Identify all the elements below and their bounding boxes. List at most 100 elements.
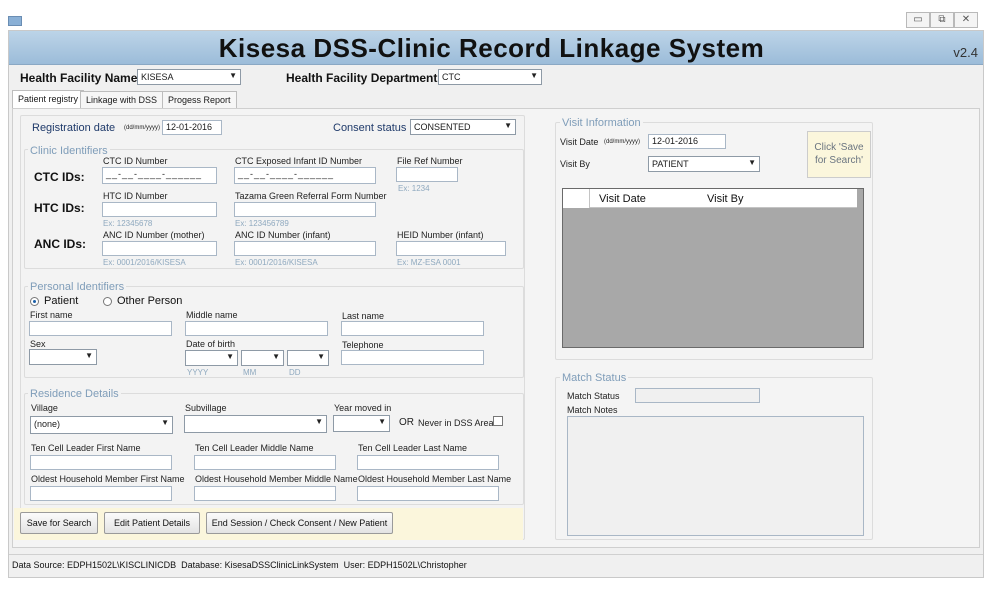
ohm-first-input[interactable] xyxy=(30,486,172,501)
anc-mother-hint: Ex: 0001/2016/KISESA xyxy=(103,258,186,267)
registration-date-format: (dd/mm/yyyy) xyxy=(124,125,160,131)
file-ref-input[interactable] xyxy=(396,167,458,182)
app-icon xyxy=(8,16,22,26)
consent-status-select[interactable]: CONSENTED ▼ xyxy=(410,119,516,135)
first-name-label: First name xyxy=(30,310,73,320)
visit-by-select[interactable]: PATIENT ▼ xyxy=(648,156,760,172)
chevron-down-icon: ▼ xyxy=(748,158,756,167)
ohm-middle-label: Oldest Household Member Middle Name xyxy=(195,474,358,484)
chevron-down-icon: ▼ xyxy=(272,352,280,361)
radio-patient[interactable] xyxy=(30,297,39,306)
facility-name-select[interactable]: KISESA ▼ xyxy=(137,69,241,85)
chevron-down-icon: ▼ xyxy=(315,417,323,426)
department-value: CTC xyxy=(442,72,461,82)
visit-date-input[interactable]: 12-01-2016 xyxy=(648,134,726,149)
ctc-id-number-label: CTC ID Number xyxy=(103,156,168,166)
match-notes-label: Match Notes xyxy=(567,405,618,415)
tab-linkage-with-dss[interactable]: Linkage with DSS xyxy=(80,91,164,109)
anc-infant-hint: Ex: 0001/2016/KISESA xyxy=(235,258,318,267)
tazama-hint: Ex: 123456789 xyxy=(235,219,289,228)
match-notes-area[interactable] xyxy=(567,416,864,536)
htc-id-input[interactable] xyxy=(102,202,217,217)
tcl-first-input[interactable] xyxy=(30,455,172,470)
registration-date-input[interactable]: 12-01-2016 xyxy=(162,120,222,135)
tab-progress-report[interactable]: Progess Report xyxy=(162,91,237,109)
village-label: Village xyxy=(31,403,58,413)
radio-other-person-label: Other Person xyxy=(117,295,183,307)
consent-status-value: CONSENTED xyxy=(414,122,471,132)
anc-infant-input[interactable] xyxy=(234,241,376,256)
visit-grid[interactable] xyxy=(562,188,864,348)
village-select[interactable]: (none) ▼ xyxy=(30,416,173,434)
minimize-icon[interactable]: ▭ xyxy=(906,12,930,28)
app-title: Kisesa DSS-Clinic Record Linkage System xyxy=(218,33,765,63)
dob-day-select[interactable]: ▼ xyxy=(287,350,329,366)
last-name-input[interactable] xyxy=(341,321,484,336)
or-label: OR xyxy=(399,417,414,428)
tcl-middle-input[interactable] xyxy=(194,455,336,470)
tcl-middle-label: Ten Cell Leader Middle Name xyxy=(195,443,314,453)
never-in-dss-label: Never in DSS Area xyxy=(418,418,494,428)
dob-mm-hint: MM xyxy=(243,368,257,377)
version-label: v2.4 xyxy=(953,45,978,60)
restore-icon[interactable]: ⧉ xyxy=(930,12,954,28)
match-status-label: Match Status xyxy=(567,391,620,401)
tab-patient-registry[interactable]: Patient registry xyxy=(12,90,85,109)
first-name-input[interactable] xyxy=(29,321,172,336)
dob-year-select[interactable]: ▼ xyxy=(185,350,238,366)
edit-patient-details-button[interactable]: Edit Patient Details xyxy=(104,512,200,534)
tcl-last-label: Ten Cell Leader Last Name xyxy=(358,443,468,453)
end-session-button[interactable]: End Session / Check Consent / New Patien… xyxy=(206,512,393,534)
subvillage-label: Subvillage xyxy=(185,403,227,413)
column-visit-date[interactable]: Visit Date xyxy=(599,193,646,205)
dob-month-select[interactable]: ▼ xyxy=(241,350,284,366)
ohm-last-label: Oldest Household Member Last Name xyxy=(358,474,512,484)
year-moved-select[interactable]: ▼ xyxy=(333,415,390,432)
ohm-last-input[interactable] xyxy=(357,486,499,501)
save-for-search-button[interactable]: Save for Search xyxy=(20,512,98,534)
last-name-label: Last name xyxy=(342,311,385,321)
tazama-label: Tazama Green Referral Form Number xyxy=(235,191,387,201)
match-status-title: Match Status xyxy=(560,372,629,384)
radio-other-person[interactable] xyxy=(103,297,112,306)
dob-dd-hint: DD xyxy=(289,368,301,377)
dob-yyyy-hint: YYYY xyxy=(187,368,209,377)
ctc-exposed-input[interactable]: __-__-____-______ xyxy=(234,167,376,184)
heid-input[interactable] xyxy=(396,241,506,256)
department-select[interactable]: CTC ▼ xyxy=(438,69,542,85)
visit-date-label: Visit Date xyxy=(560,137,599,147)
close-icon[interactable]: ✕ xyxy=(954,12,978,28)
chevron-down-icon: ▼ xyxy=(229,71,237,80)
file-ref-hint: Ex: 1234 xyxy=(398,184,430,193)
personal-identifiers-title: Personal Identifiers xyxy=(28,281,127,293)
middle-name-input[interactable] xyxy=(185,321,328,336)
facility-name-label: Health Facility Name xyxy=(20,71,138,85)
visit-grid-corner xyxy=(563,189,590,208)
click-save-hint: Click 'Save for Search' xyxy=(807,131,871,178)
sex-select[interactable]: ▼ xyxy=(29,349,97,365)
column-visit-by[interactable]: Visit By xyxy=(707,193,743,205)
tazama-input[interactable] xyxy=(234,202,376,217)
htc-ids-label: HTC IDs: xyxy=(34,201,85,215)
sex-label: Sex xyxy=(30,339,46,349)
tcl-first-label: Ten Cell Leader First Name xyxy=(31,443,141,453)
subvillage-select[interactable]: ▼ xyxy=(184,415,327,433)
consent-status-label: Consent status xyxy=(333,122,407,134)
ohm-first-label: Oldest Household Member First Name xyxy=(31,474,185,484)
registration-date-label: Registration date xyxy=(32,122,116,134)
chevron-down-icon: ▼ xyxy=(317,352,325,361)
chevron-down-icon: ▼ xyxy=(504,121,512,130)
htc-id-hint: Ex: 12345678 xyxy=(103,219,153,228)
ctc-id-input[interactable]: __-__-____-______ xyxy=(102,167,217,184)
tcl-last-input[interactable] xyxy=(357,455,499,470)
telephone-input[interactable] xyxy=(341,350,484,365)
never-in-dss-checkbox[interactable] xyxy=(493,416,503,426)
ohm-middle-input[interactable] xyxy=(194,486,336,501)
year-moved-label: Year moved in xyxy=(334,403,392,413)
anc-mother-label: ANC ID Number (mother) xyxy=(103,230,205,240)
facility-name-value: KISESA xyxy=(141,72,174,82)
residence-details-title: Residence Details xyxy=(28,388,121,400)
anc-mother-input[interactable] xyxy=(102,241,217,256)
visit-information-title: Visit Information xyxy=(560,117,643,129)
visit-by-label: Visit By xyxy=(560,159,590,169)
